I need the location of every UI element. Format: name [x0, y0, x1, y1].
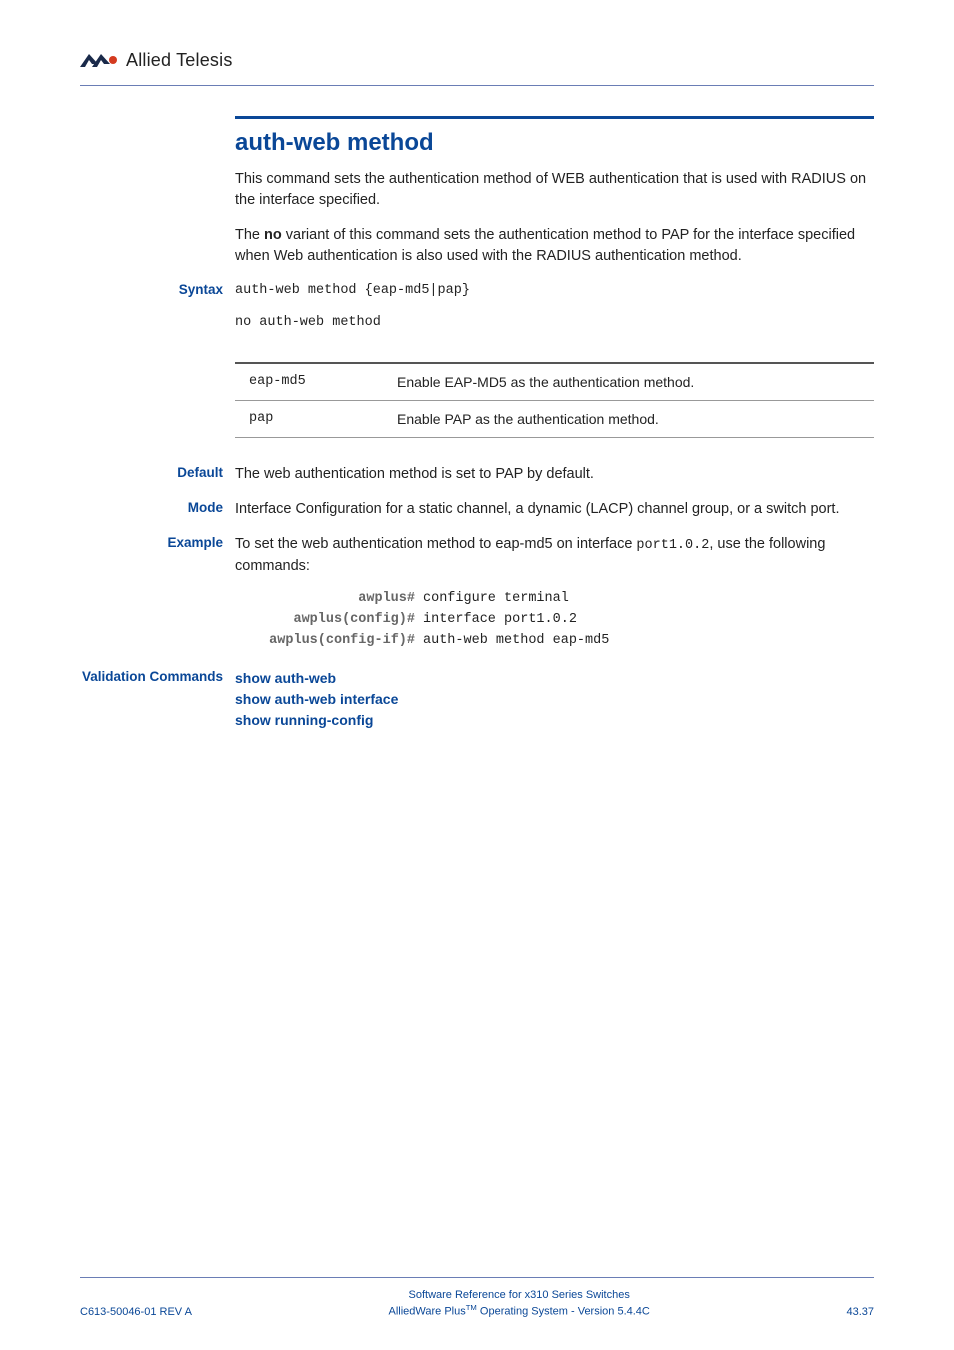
- table-row: eap-md5 Enable EAP-MD5 as the authentica…: [235, 363, 874, 401]
- content-body: auth-web method This command sets the au…: [235, 116, 874, 731]
- param-name: eap-md5: [235, 363, 383, 401]
- syntax-section: Syntax auth-web method {eap-md5|pap} no …: [235, 281, 874, 344]
- cmd-line: awplus(config-if)# auth-web method eap-m…: [235, 633, 874, 648]
- page-title: auth-web method: [235, 116, 874, 157]
- logo: Allied Telesis: [80, 50, 233, 71]
- mode-section: Mode Interface Configuration for a stati…: [235, 499, 874, 520]
- footer-line1: Software Reference for x310 Series Switc…: [389, 1288, 650, 1303]
- default-label: Default: [80, 464, 235, 483]
- footer-center: Software Reference for x310 Series Switc…: [389, 1288, 650, 1320]
- syntax-label: Syntax: [80, 281, 235, 300]
- param-desc: Enable PAP as the authentication method.: [383, 401, 874, 438]
- example-label: Example: [80, 534, 235, 553]
- command-examples: awplus# configure terminal awplus(config…: [235, 591, 874, 648]
- default-text: The web authentication method is set to …: [235, 464, 874, 485]
- intro-paragraph-1: This command sets the authentication met…: [235, 169, 874, 211]
- page-header: Allied Telesis: [80, 50, 874, 86]
- syntax-line-1: auth-web method {eap-md5|pap}: [235, 281, 874, 301]
- logo-text: Allied Telesis: [126, 50, 233, 71]
- validation-link[interactable]: show auth-web interface: [235, 689, 874, 710]
- validation-section: Validation Commands show auth-web show a…: [235, 668, 874, 731]
- footer-doc-id: C613-50046-01 REV A: [80, 1306, 192, 1320]
- table-row: pap Enable PAP as the authentication met…: [235, 401, 874, 438]
- example-section: Example To set the web authentication me…: [235, 534, 874, 577]
- example-text: To set the web authentication method to …: [235, 534, 874, 577]
- parameters-table: eap-md5 Enable EAP-MD5 as the authentica…: [235, 362, 874, 438]
- validation-link[interactable]: show auth-web: [235, 668, 874, 689]
- mode-text: Interface Configuration for a static cha…: [235, 499, 874, 520]
- cmd-prompt: awplus#: [235, 591, 423, 606]
- cmd-text: auth-web method eap-md5: [423, 633, 874, 648]
- param-name: pap: [235, 401, 383, 438]
- validation-label: Validation Commands: [80, 668, 235, 687]
- cmd-prompt: awplus(config-if)#: [235, 633, 423, 648]
- footer-page-number: 43.37: [846, 1306, 874, 1320]
- logo-mark-icon: [80, 52, 120, 70]
- mode-label: Mode: [80, 499, 235, 518]
- footer-line2: AlliedWare PlusTM Operating System - Ver…: [389, 1303, 650, 1320]
- param-desc: Enable EAP-MD5 as the authentication met…: [383, 363, 874, 401]
- cmd-line: awplus# configure terminal: [235, 591, 874, 606]
- cmd-line: awplus(config)# interface port1.0.2: [235, 612, 874, 627]
- cmd-prompt: awplus(config)#: [235, 612, 423, 627]
- default-section: Default The web authentication method is…: [235, 464, 874, 485]
- cmd-text: configure terminal: [423, 591, 874, 606]
- validation-link[interactable]: show running-config: [235, 710, 874, 731]
- cmd-text: interface port1.0.2: [423, 612, 874, 627]
- syntax-line-2: no auth-web method: [235, 313, 874, 333]
- intro-paragraph-2: The no variant of this command sets the …: [235, 225, 874, 267]
- page-footer: C613-50046-01 REV A Software Reference f…: [80, 1277, 874, 1320]
